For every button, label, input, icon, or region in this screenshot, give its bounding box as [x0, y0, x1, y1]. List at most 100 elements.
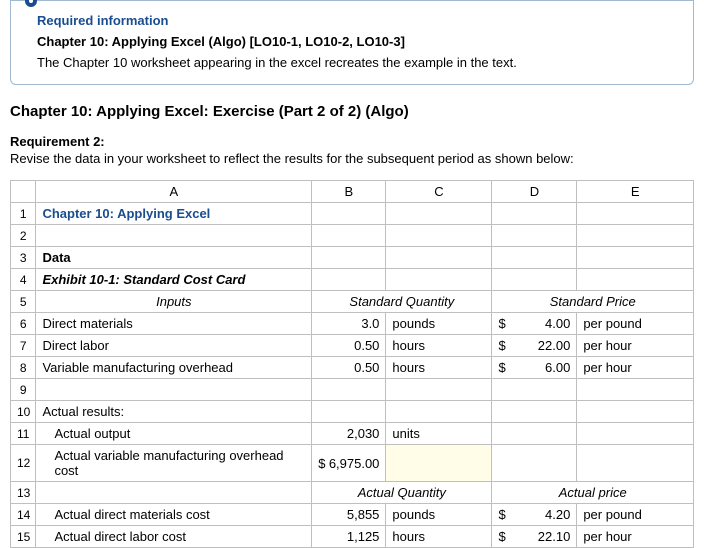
cell[interactable] [312, 401, 386, 423]
row-number: 6 [11, 313, 36, 335]
cell[interactable]: 5,855 [312, 504, 386, 526]
table-row: 4 Exhibit 10-1: Standard Cost Card [11, 269, 694, 291]
row-number: 1 [11, 203, 36, 225]
row-number: 15 [11, 526, 36, 548]
cell[interactable]: hours [386, 357, 492, 379]
cell[interactable]: $22.10 [492, 526, 577, 548]
cell[interactable]: pounds [386, 313, 492, 335]
cell[interactable] [386, 401, 492, 423]
cell[interactable]: per pound [577, 313, 694, 335]
cell[interactable] [577, 379, 694, 401]
cell[interactable] [386, 225, 492, 247]
cell[interactable]: Actual variable manufacturing overhead c… [36, 445, 312, 482]
cell[interactable]: per hour [577, 357, 694, 379]
cell[interactable]: $6.00 [492, 357, 577, 379]
cell[interactable] [577, 401, 694, 423]
requirement-label: Requirement 2: [10, 134, 694, 149]
cell[interactable]: Actual results: [36, 401, 312, 423]
cell[interactable]: Exhibit 10-1: Standard Cost Card [36, 269, 312, 291]
cell[interactable] [36, 379, 312, 401]
cell[interactable]: Actual output [36, 423, 312, 445]
cell[interactable] [312, 379, 386, 401]
cell[interactable] [492, 401, 577, 423]
cell[interactable] [312, 225, 386, 247]
cell[interactable]: $22.00 [492, 335, 577, 357]
cell[interactable]: pounds [386, 504, 492, 526]
table-row: 11 Actual output 2,030 units [11, 423, 694, 445]
cell[interactable]: units [386, 423, 492, 445]
cell[interactable] [386, 379, 492, 401]
cell[interactable]: 3.0 [312, 313, 386, 335]
spreadsheet: A B C D E 1 Chapter 10: Applying Excel 2… [10, 180, 694, 548]
requirement-text: Revise the data in your worksheet to ref… [10, 151, 694, 166]
table-row: 8 Variable manufacturing overhead 0.50 h… [11, 357, 694, 379]
info-icon [25, 0, 37, 7]
cell[interactable]: per pound [577, 504, 694, 526]
cell[interactable]: Inputs [36, 291, 312, 313]
cell[interactable]: Actual direct labor cost [36, 526, 312, 548]
cell[interactable]: per hour [577, 526, 694, 548]
cell[interactable] [386, 445, 492, 482]
cell[interactable]: Actual price [492, 482, 694, 504]
cell[interactable] [386, 203, 492, 225]
col-C-header: C [386, 181, 492, 203]
cell[interactable] [386, 269, 492, 291]
cell[interactable]: Variable manufacturing overhead [36, 357, 312, 379]
required-info-label: Required information [37, 13, 677, 28]
cell[interactable]: hours [386, 335, 492, 357]
col-E-header: E [577, 181, 694, 203]
cell[interactable] [492, 247, 577, 269]
cell[interactable] [492, 423, 577, 445]
col-D-header: D [492, 181, 577, 203]
cell[interactable]: Actual Quantity [312, 482, 492, 504]
cell[interactable]: Standard Price [492, 291, 694, 313]
cell[interactable]: Standard Quantity [312, 291, 492, 313]
row-number: 14 [11, 504, 36, 526]
table-row: 2 [11, 225, 694, 247]
table-row: 14 Actual direct materials cost 5,855 po… [11, 504, 694, 526]
cell[interactable]: 2,030 [312, 423, 386, 445]
cell[interactable] [492, 379, 577, 401]
cell[interactable] [36, 225, 312, 247]
cell[interactable]: $4.20 [492, 504, 577, 526]
cell[interactable]: per hour [577, 335, 694, 357]
cell[interactable]: Direct materials [36, 313, 312, 335]
cell[interactable] [312, 269, 386, 291]
cell[interactable]: Chapter 10: Applying Excel [36, 203, 312, 225]
table-row: 15 Actual direct labor cost 1,125 hours … [11, 526, 694, 548]
cell[interactable] [577, 203, 694, 225]
row-number: 10 [11, 401, 36, 423]
cell[interactable] [577, 225, 694, 247]
corner-cell [11, 181, 36, 203]
row-number: 7 [11, 335, 36, 357]
table-row: 5 Inputs Standard Quantity Standard Pric… [11, 291, 694, 313]
cell[interactable] [36, 482, 312, 504]
cell[interactable] [577, 269, 694, 291]
cell[interactable]: Direct labor [36, 335, 312, 357]
cell[interactable]: 0.50 [312, 357, 386, 379]
cell[interactable] [492, 225, 577, 247]
cell[interactable]: Actual direct materials cost [36, 504, 312, 526]
cell[interactable]: 1,125 [312, 526, 386, 548]
row-number: 11 [11, 423, 36, 445]
cell[interactable] [577, 445, 694, 482]
cell[interactable] [312, 247, 386, 269]
cell[interactable]: hours [386, 526, 492, 548]
cell[interactable] [577, 247, 694, 269]
table-row: 1 Chapter 10: Applying Excel [11, 203, 694, 225]
cell[interactable]: 0.50 [312, 335, 386, 357]
cell[interactable] [577, 423, 694, 445]
cell[interactable]: $6,975.00 [312, 445, 386, 482]
cell[interactable]: $4.00 [492, 313, 577, 335]
cell[interactable]: Data [36, 247, 312, 269]
cell[interactable] [492, 445, 577, 482]
row-number: 13 [11, 482, 36, 504]
row-number: 8 [11, 357, 36, 379]
cell[interactable] [492, 269, 577, 291]
chapter-description: The Chapter 10 worksheet appearing in th… [37, 55, 677, 70]
col-A-header: A [36, 181, 312, 203]
col-B-header: B [312, 181, 386, 203]
cell[interactable] [312, 203, 386, 225]
cell[interactable] [386, 247, 492, 269]
cell[interactable] [492, 203, 577, 225]
